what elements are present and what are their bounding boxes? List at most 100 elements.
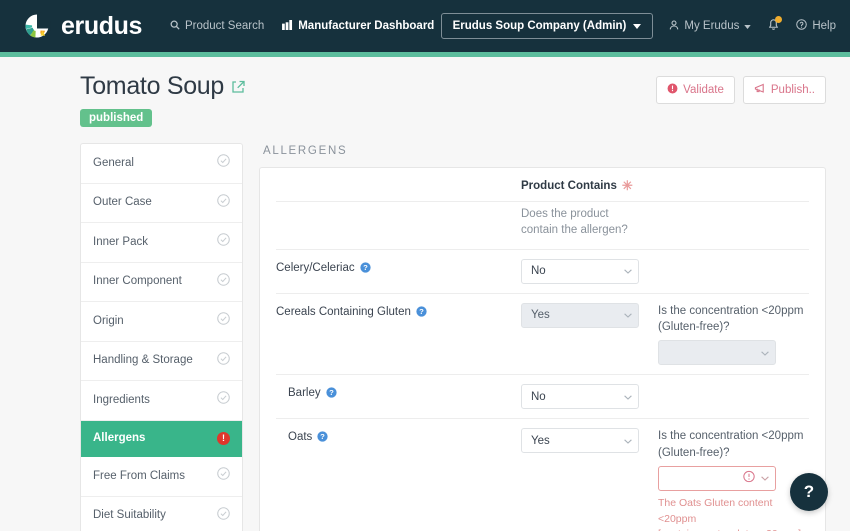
sidebar-item-ingredients[interactable]: Ingredients: [81, 381, 242, 421]
check-circle-icon: [217, 272, 230, 292]
select-contains-oats[interactable]: Yes: [521, 428, 639, 454]
title-block: Tomato Soup published: [80, 72, 656, 127]
select-followup-cereals-containing-gluten[interactable]: [658, 340, 776, 366]
column-header-label: Product Contains: [521, 179, 617, 192]
app-page: erudus Product Search Manufacturer Dashb…: [0, 0, 850, 531]
sidebar-item-label: Free From Claims: [93, 469, 186, 482]
select-value: Yes: [531, 434, 550, 447]
check-circle-icon: [217, 351, 230, 371]
select-followup-oats[interactable]: [658, 465, 776, 491]
chevron-down-icon: [744, 20, 752, 32]
sidebar-item-inner-component[interactable]: Inner Component: [81, 263, 242, 303]
chevron-down-icon: [761, 472, 769, 484]
chevron-down-icon: [624, 309, 632, 321]
factory-icon: [282, 19, 293, 33]
table-subheader-row: Does the product contain the allergen?: [276, 202, 809, 250]
chevron-down-icon: [761, 347, 769, 359]
select-value: No: [531, 265, 546, 278]
brand-logo[interactable]: erudus: [22, 11, 142, 41]
allergen-row-cereals-containing-gluten: Cereals Containing Gluten ? Yes Is the c…: [276, 294, 809, 376]
sidebar-item-label: Inner Pack: [93, 235, 148, 248]
company-selector[interactable]: Erudus Soup Company (Admin): [440, 13, 654, 39]
table-header-blank: [276, 178, 521, 193]
error-badge-icon: !: [217, 431, 230, 445]
followup-question-cereals-containing-gluten: Is the concentration <20ppm (Gluten-free…: [658, 304, 804, 333]
sidebar-item-origin[interactable]: Origin: [81, 302, 242, 342]
allergen-followup-cell: Is the concentration <20ppm (Gluten-free…: [646, 428, 809, 531]
table-header-row: Product Contains ✳: [276, 168, 809, 202]
check-circle-icon: [217, 193, 230, 213]
validate-button-label: Validate: [683, 84, 724, 96]
question-circle-icon[interactable]: ?: [317, 431, 328, 445]
select-value: Yes: [531, 309, 550, 322]
check-circle-icon: [217, 506, 230, 526]
allergen-label-text: Barley: [288, 387, 321, 400]
help-link[interactable]: Help: [796, 19, 836, 33]
select-value: No: [531, 390, 546, 403]
company-selector-label: Erudus Soup Company (Admin): [452, 20, 627, 32]
top-navigation-bar: erudus Product Search Manufacturer Dashb…: [0, 0, 850, 52]
floating-help-button[interactable]: ?: [790, 473, 828, 511]
select-contains-celery-celeriac[interactable]: No: [521, 258, 639, 284]
nav-right-group: Erudus Soup Company (Admin) My Erudus He…: [440, 13, 836, 39]
sidebar-item-inner-pack[interactable]: Inner Pack: [81, 223, 242, 263]
question-circle-icon[interactable]: ?: [416, 306, 427, 320]
external-link-icon[interactable]: [230, 79, 246, 95]
sidebar-item-general[interactable]: General: [81, 144, 242, 184]
my-erudus-menu[interactable]: My Erudus: [669, 19, 752, 33]
allergens-panel: ALLERGENS Product Contains ✳ Does the pr…: [259, 143, 826, 531]
section-sidebar: General Outer Case Inner Pack Inner Comp…: [80, 143, 243, 531]
nav-link-manufacturer-dashboard-label: Manufacturer Dashboard: [298, 20, 435, 32]
table-subheader-blank: [276, 206, 521, 239]
primary-nav-links: Product Search Manufacturer Dashboard: [170, 19, 435, 33]
check-circle-icon: [217, 312, 230, 331]
allergen-contains-cell: No: [521, 384, 646, 410]
allergen-label-barley: Barley ?: [276, 384, 521, 409]
user-icon: [669, 19, 679, 33]
publish-button-label: Publish..: [770, 84, 815, 96]
chevron-down-icon: [633, 20, 642, 32]
publish-button[interactable]: Publish..: [742, 76, 826, 104]
allergen-label-oats: Oats ?: [276, 428, 521, 531]
brand-name: erudus: [61, 11, 142, 40]
erudus-logo-icon: [22, 11, 52, 41]
followup-question-oats: Is the concentration <20ppm (Gluten-free…: [658, 430, 804, 459]
sidebar-item-free-from-claims[interactable]: Free From Claims: [81, 457, 242, 497]
allergen-followup-cell: [646, 259, 809, 284]
nav-link-product-search[interactable]: Product Search: [170, 20, 264, 33]
allergen-label-text: Celery/Celeriac: [276, 261, 355, 274]
column-header-product-contains: Product Contains ✳: [521, 178, 646, 193]
sidebar-item-label: Allergens: [93, 431, 146, 444]
allergen-label-celery-celeriac: Celery/Celeriac ?: [276, 259, 521, 284]
select-contains-barley[interactable]: No: [521, 384, 639, 410]
allergen-followup-cell: Is the concentration <20ppm (Gluten-free…: [646, 303, 809, 366]
allergen-contains-cell: Yes: [521, 302, 646, 366]
notification-dot: [775, 15, 783, 23]
select-contains-cereals-containing-gluten[interactable]: Yes: [521, 302, 639, 328]
check-circle-icon: [217, 391, 230, 410]
column-subtext: Does the product contain the allergen?: [521, 208, 628, 237]
question-circle-icon[interactable]: ?: [325, 387, 337, 401]
sidebar-item-label: Handling & Storage: [93, 354, 193, 367]
sidebar-item-diet-suitability[interactable]: Diet Suitability: [81, 497, 242, 531]
svg-text:?: ?: [419, 307, 424, 316]
table-subheader-right-blank: [646, 206, 809, 239]
question-circle-icon[interactable]: ?: [359, 262, 371, 276]
allergen-label-cereals-containing-gluten: Cereals Containing Gluten ?: [276, 303, 521, 366]
check-circle-icon: [217, 467, 230, 486]
validate-button[interactable]: Validate: [656, 76, 735, 104]
check-circle-icon: [217, 233, 230, 252]
sidebar-item-handling-storage[interactable]: Handling & Storage: [81, 342, 242, 382]
nav-link-manufacturer-dashboard[interactable]: Manufacturer Dashboard: [282, 19, 435, 33]
warning-circle-icon: [743, 471, 755, 486]
sidebar-item-label: Origin: [93, 314, 124, 327]
svg-text:?: ?: [320, 432, 325, 441]
my-erudus-label: My Erudus: [684, 20, 740, 32]
required-asterisk-icon: ✳: [621, 178, 633, 193]
notifications-button[interactable]: [767, 15, 783, 36]
sidebar-item-allergens[interactable]: Allergens !: [81, 420, 242, 458]
svg-text:?: ?: [363, 263, 368, 272]
question-circle-icon: [796, 19, 808, 33]
allergens-card: Product Contains ✳ Does the product cont…: [259, 167, 826, 531]
sidebar-item-outer-case[interactable]: Outer Case: [81, 184, 242, 224]
